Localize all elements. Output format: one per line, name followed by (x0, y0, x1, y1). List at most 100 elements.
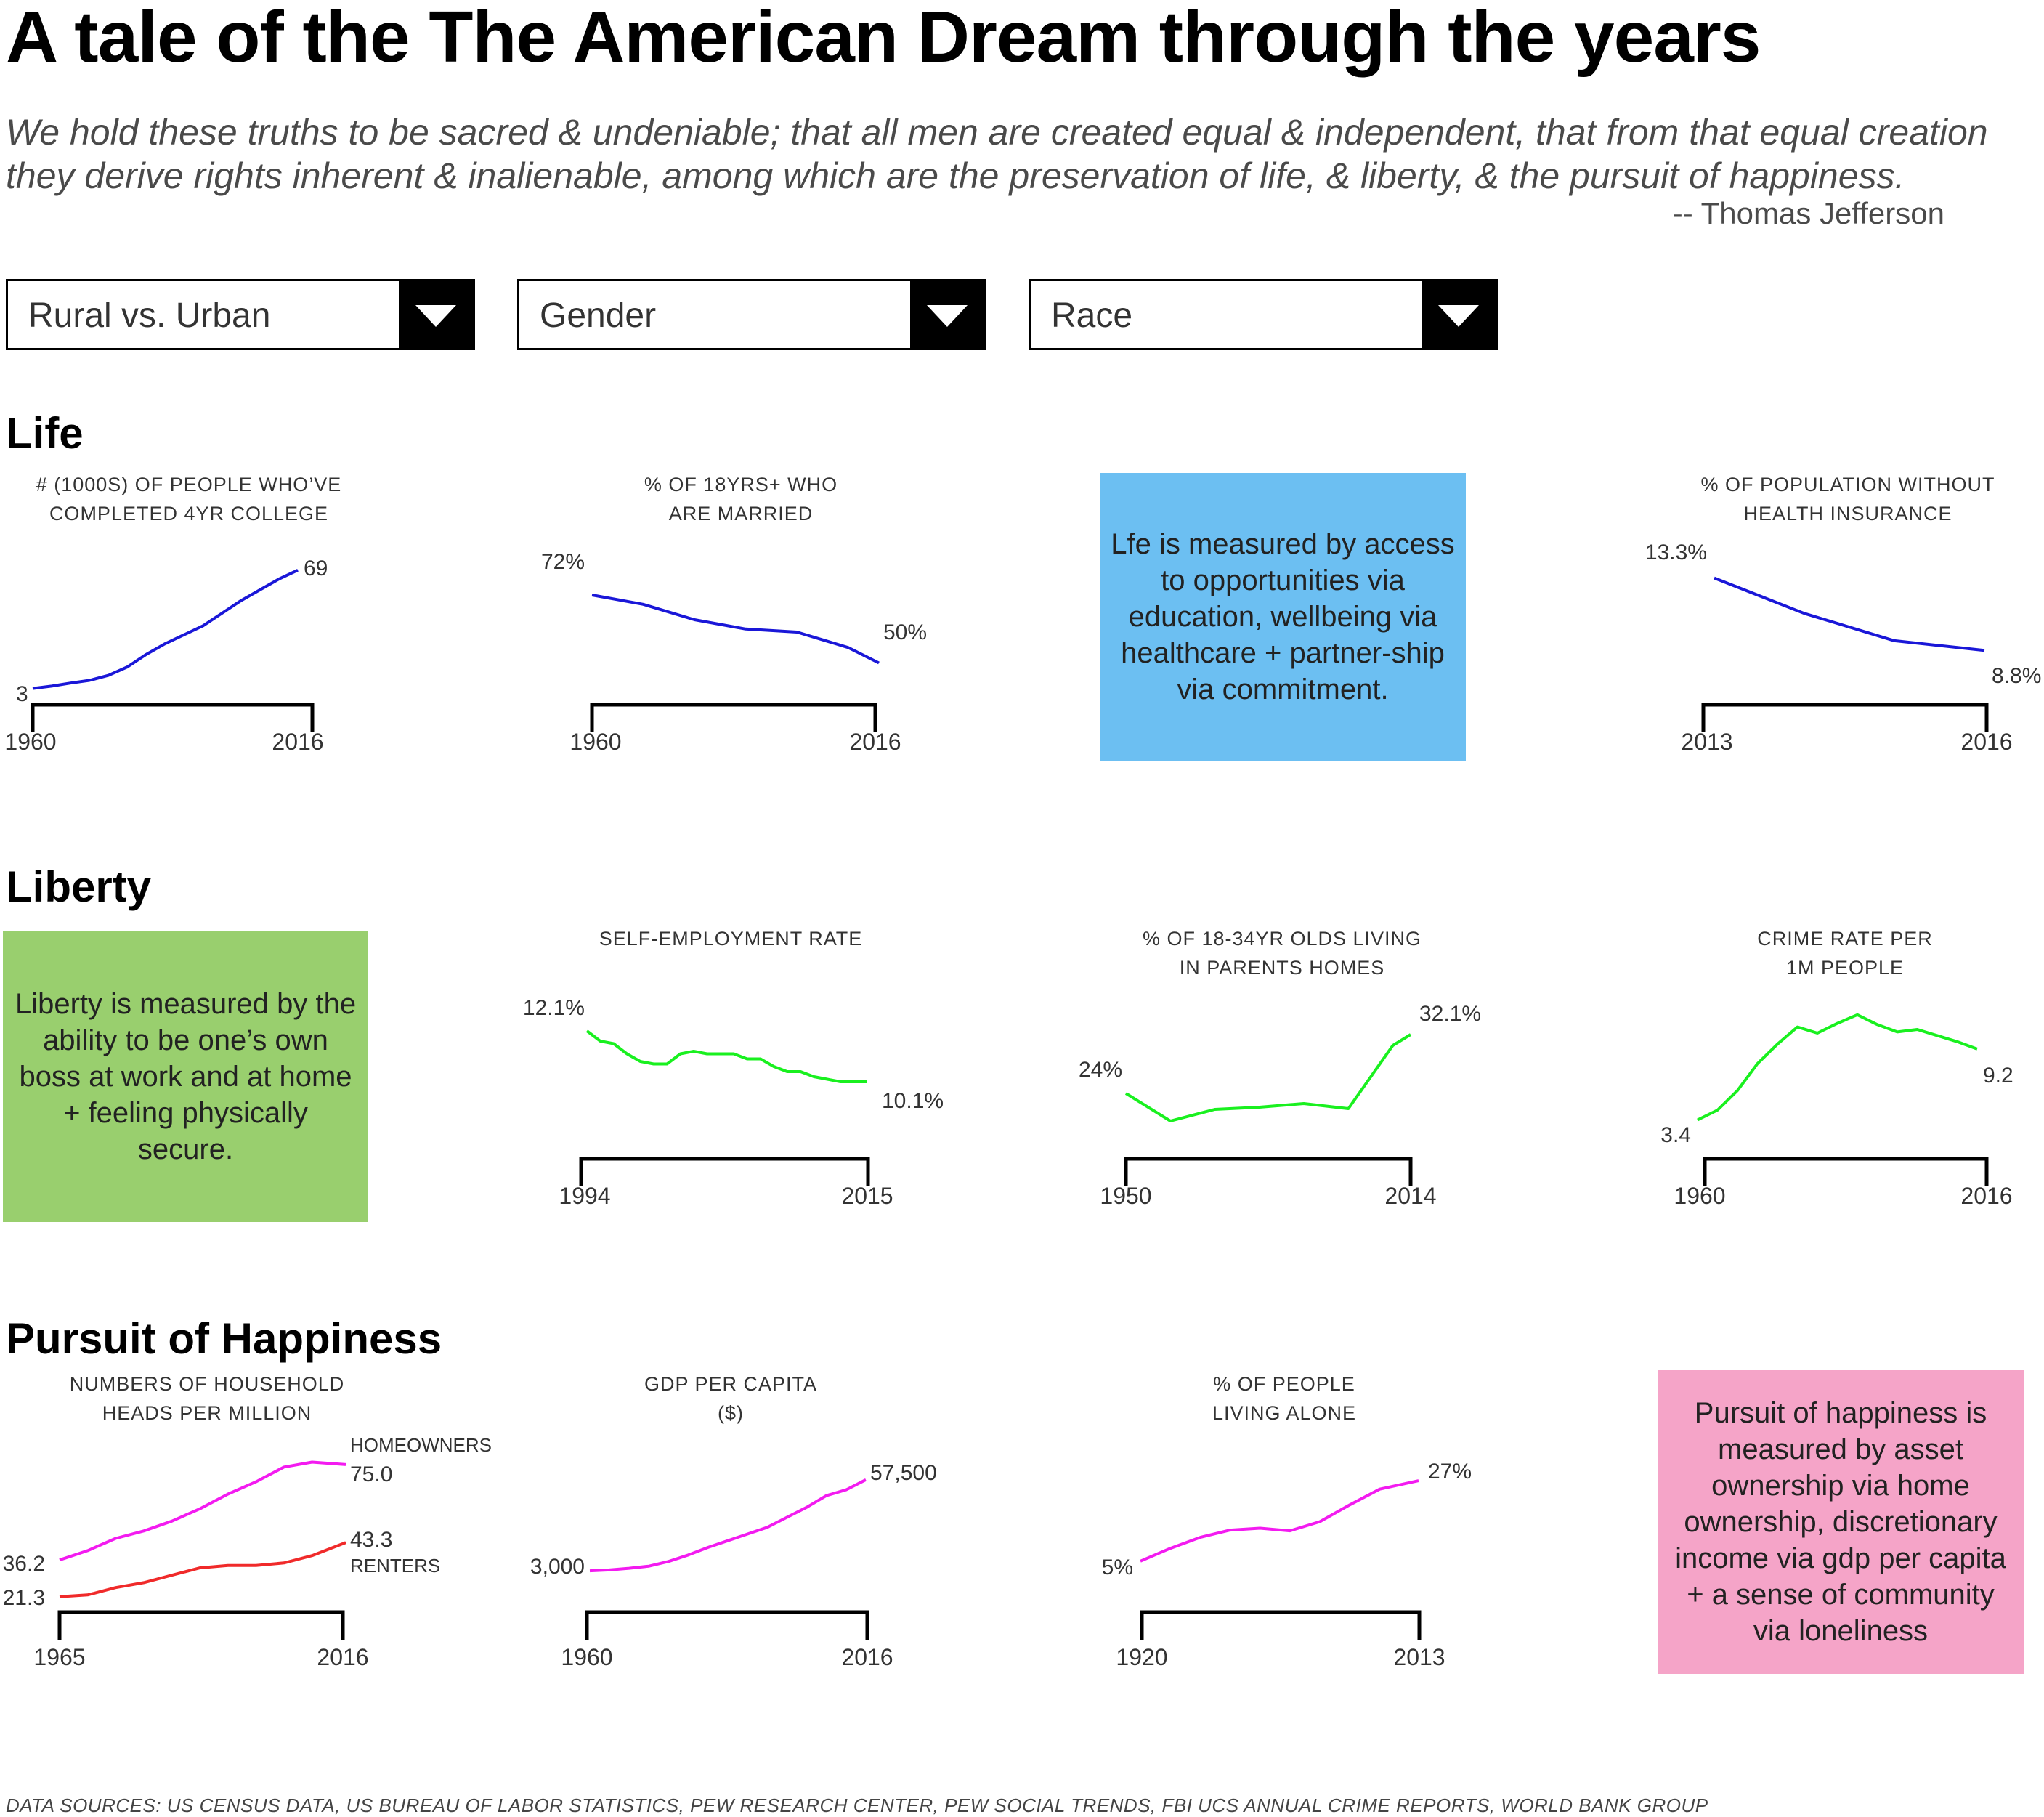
quote-author: -- Thomas Jefferson (1672, 196, 1944, 230)
page-title: A tale of the The American Dream through… (6, 0, 1761, 78)
end-value-label: 27% (1428, 1460, 1472, 1484)
x-tick-label: 2016 (1960, 729, 2012, 755)
chart-title: IN PARENTS HOMES (1180, 957, 1385, 979)
series-line (32, 568, 299, 690)
dropdown-toggle[interactable] (1422, 281, 1496, 348)
value-label: 75.0 (350, 1462, 392, 1486)
x-tick-label: 1965 (33, 1644, 85, 1670)
series-line (1714, 576, 1985, 652)
x-tick-label: 2013 (1681, 729, 1732, 755)
x-axis-bracket (57, 1610, 345, 1640)
end-value-label: 9.2 (1983, 1064, 2013, 1088)
data-sources: DATA SOURCES: US CENSUS DATA, US BUREAU … (6, 1794, 1708, 1816)
chart-health-insurance: % OF POPULATION WITHOUT HEALTH INSURANCE 1… (1645, 474, 2041, 755)
chart-title: ARE MARRIED (669, 503, 814, 525)
chart-college-graduates: # (1000S) OF PEOPLE WHO’VE COMPLETED 4YR … (4, 474, 342, 755)
chevron-down-icon (415, 305, 456, 327)
chart-title: 1M PEOPLE (1786, 957, 1904, 979)
dropdown-label: Rural vs. Urban (28, 296, 271, 335)
start-value-label: 5% (1102, 1555, 1133, 1579)
series-line (1140, 1479, 1419, 1563)
legend-label-homeowners: HOMEOWNERS (350, 1434, 492, 1456)
chart-title: HEALTH INSURANCE (1743, 503, 1952, 525)
chart-title: NUMBERS OF HOUSEHOLD (70, 1373, 345, 1395)
dropdown-label: Gender (540, 296, 657, 335)
x-axis-bracket (1703, 1157, 1989, 1186)
chart-title: CRIME RATE PER (1757, 928, 1933, 950)
series-line-homeowners (59, 1460, 346, 1562)
filter-dropdown-rural-urban[interactable]: Rural vs. Urban (6, 279, 475, 350)
quote-line-2: they derive rights inherent & inalienabl… (6, 155, 1905, 196)
x-tick-label: 2016 (317, 1644, 368, 1670)
chart-household-heads: NUMBERS OF HOUSEHOLD HEADS PER MILLION 36.… (3, 1373, 492, 1670)
start-value-label: 13.3% (1645, 541, 1707, 564)
end-value-label: 10.1% (882, 1089, 944, 1113)
chart-gdp-per-capita: GDP PER CAPITA ($) 3,000 57,500 1960 2016 (530, 1373, 937, 1670)
chart-living-alone: % OF PEOPLE LIVING ALONE 5% 27% 1920 2013 (1102, 1373, 1472, 1670)
end-value-label: 69 (304, 557, 328, 580)
x-tick-label: 2014 (1384, 1183, 1436, 1209)
dropdown-label: Race (1051, 296, 1133, 335)
chart-self-employment: SELF-EMPLOYMENT RATE 12.1% 10.1% 1994 2015 (523, 928, 944, 1209)
x-axis-bracket (579, 1157, 870, 1186)
section-title-happiness: Pursuit of Happiness (6, 1314, 442, 1363)
x-axis-bracket (31, 703, 315, 732)
chart-title: % OF POPULATION WITHOUT (1700, 474, 1995, 495)
end-value-label: 32.1% (1419, 1002, 1481, 1026)
x-axis-bracket (590, 703, 877, 732)
end-value-label: 8.8% (1992, 664, 2041, 688)
series-line-renters (59, 1541, 346, 1598)
dropdown-toggle[interactable] (910, 281, 984, 348)
start-value-label: 12.1% (523, 996, 585, 1020)
chart-title: COMPLETED 4YR COLLEGE (49, 503, 328, 525)
x-tick-label: 1960 (4, 729, 56, 755)
x-tick-label: 1920 (1116, 1644, 1167, 1670)
chart-title: % OF PEOPLE (1213, 1373, 1355, 1395)
chart-living-with-parents: % OF 18-34YR OLDS LIVING IN PARENTS HOMES… (1079, 928, 1481, 1209)
x-tick-label: 1994 (559, 1183, 610, 1209)
dropdown-toggle[interactable] (399, 281, 473, 348)
value-label: 36.2 (3, 1552, 45, 1576)
start-value-label: 24% (1079, 1058, 1122, 1082)
series-line (1124, 1033, 1412, 1122)
chart-title: % OF 18YRS+ WHO (644, 474, 838, 495)
legend-label-renters: RENTERS (350, 1555, 440, 1577)
filter-dropdown-race[interactable]: Race (1029, 279, 1498, 350)
x-tick-label: 1960 (1674, 1183, 1725, 1209)
filter-dropdown-gender[interactable]: Gender (517, 279, 986, 350)
life-description: Lfe is measured by access to opportuniti… (1111, 528, 1455, 705)
section-title-liberty: Liberty (6, 862, 152, 911)
end-value-label: 57,500 (870, 1461, 937, 1485)
chart-title: HEADS PER MILLION (102, 1402, 312, 1424)
x-axis-bracket (585, 1610, 869, 1640)
x-axis-bracket (1124, 1157, 1413, 1186)
series-line (589, 1478, 867, 1573)
start-value-label: 72% (541, 550, 585, 574)
x-axis-bracket (1701, 703, 1989, 732)
x-tick-label: 1960 (569, 729, 621, 755)
x-tick-label: 2016 (272, 729, 323, 755)
quote-line-1: We hold these truths to be sacred & unde… (6, 112, 1988, 153)
happiness-description: Pursuit of happiness is measured by asse… (1675, 1397, 2006, 1647)
chart-title: # (1000S) OF PEOPLE WHO’VE (36, 474, 342, 495)
section-title-life: Life (6, 409, 84, 458)
happiness-description-box: Pursuit of happiness is measured by asse… (1658, 1370, 2024, 1674)
chart-crime-rate: CRIME RATE PER 1M PEOPLE 3.4 9.2 1960 2016 (1660, 928, 2013, 1209)
series-line (591, 594, 880, 665)
value-label: 43.3 (350, 1528, 392, 1552)
series-line (1697, 1013, 1978, 1122)
chevron-down-icon (927, 305, 968, 327)
start-value-label: 3 (16, 682, 28, 706)
x-axis-bracket (1140, 1610, 1422, 1640)
chart-title: % OF 18-34YR OLDS LIVING (1143, 928, 1422, 950)
x-tick-label: 2016 (1960, 1183, 2012, 1209)
chart-title: SELF-EMPLOYMENT RATE (599, 928, 863, 950)
x-tick-label: 2015 (841, 1183, 893, 1209)
life-description-box: Lfe is measured by access to opportuniti… (1100, 473, 1466, 761)
chart-title: ($) (718, 1402, 744, 1424)
start-value-label: 3,000 (530, 1555, 585, 1579)
x-tick-label: 2016 (849, 729, 901, 755)
x-tick-label: 2013 (1393, 1644, 1445, 1670)
chart-title: LIVING ALONE (1212, 1402, 1356, 1424)
series-line (585, 1029, 867, 1083)
